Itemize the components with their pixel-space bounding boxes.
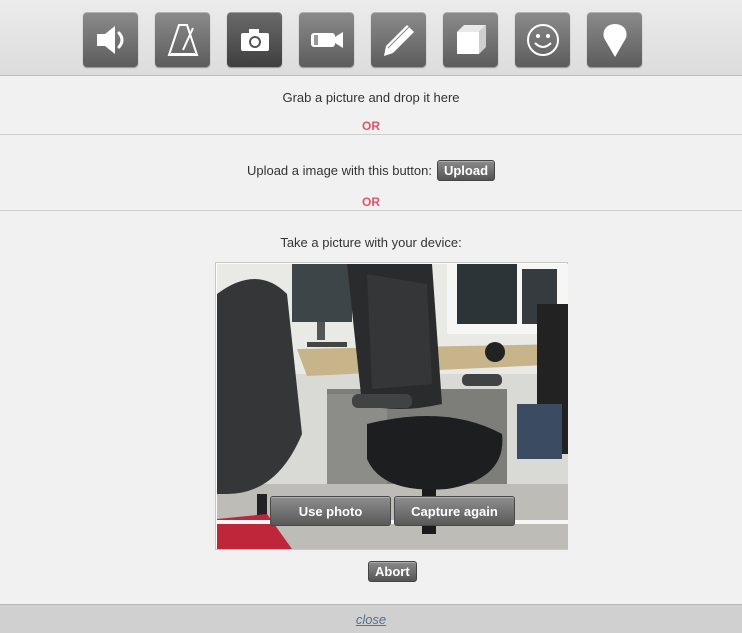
smiley-tool-button[interactable] — [515, 12, 570, 67]
camera-icon — [240, 28, 269, 51]
video-tool-button[interactable] — [299, 12, 354, 67]
use-photo-button[interactable]: Use photo — [270, 496, 391, 526]
video-camera-icon — [310, 31, 343, 48]
footer-bar: close — [0, 604, 742, 633]
speaker-icon — [96, 25, 123, 54]
smiley-icon — [526, 23, 559, 56]
upload-row: Upload a image with this button: Upload — [0, 158, 742, 182]
speaker-tool-button[interactable] — [83, 12, 138, 67]
close-link[interactable]: close — [356, 612, 386, 627]
abort-row: Abort — [368, 561, 417, 582]
abort-button[interactable]: Abort — [368, 561, 417, 582]
location-tool-button[interactable] — [587, 12, 642, 67]
cube-tool-button[interactable] — [443, 12, 498, 67]
divider — [0, 134, 742, 135]
camera-preview-frame: Use photo Capture again — [215, 262, 568, 550]
metronome-tool-button[interactable] — [155, 12, 210, 67]
tool-bar — [0, 0, 742, 76]
pencil-icon — [383, 24, 414, 56]
pencil-tool-button[interactable] — [371, 12, 426, 67]
upload-instructions: Upload a image with this button: — [246, 162, 432, 178]
drop-instructions: Grab a picture and drop it here — [282, 90, 460, 105]
capture-again-button[interactable]: Capture again — [394, 496, 515, 526]
or-separator: OR — [362, 195, 380, 209]
upload-button[interactable]: Upload — [436, 159, 496, 181]
or-separator: OR — [362, 119, 380, 133]
capture-instructions: Take a picture with your device: — [280, 235, 462, 250]
metronome-icon — [167, 23, 198, 56]
cube-icon — [456, 24, 486, 54]
map-pin-icon — [602, 23, 627, 57]
camera-tool-button[interactable] — [227, 12, 282, 67]
divider — [0, 210, 742, 211]
